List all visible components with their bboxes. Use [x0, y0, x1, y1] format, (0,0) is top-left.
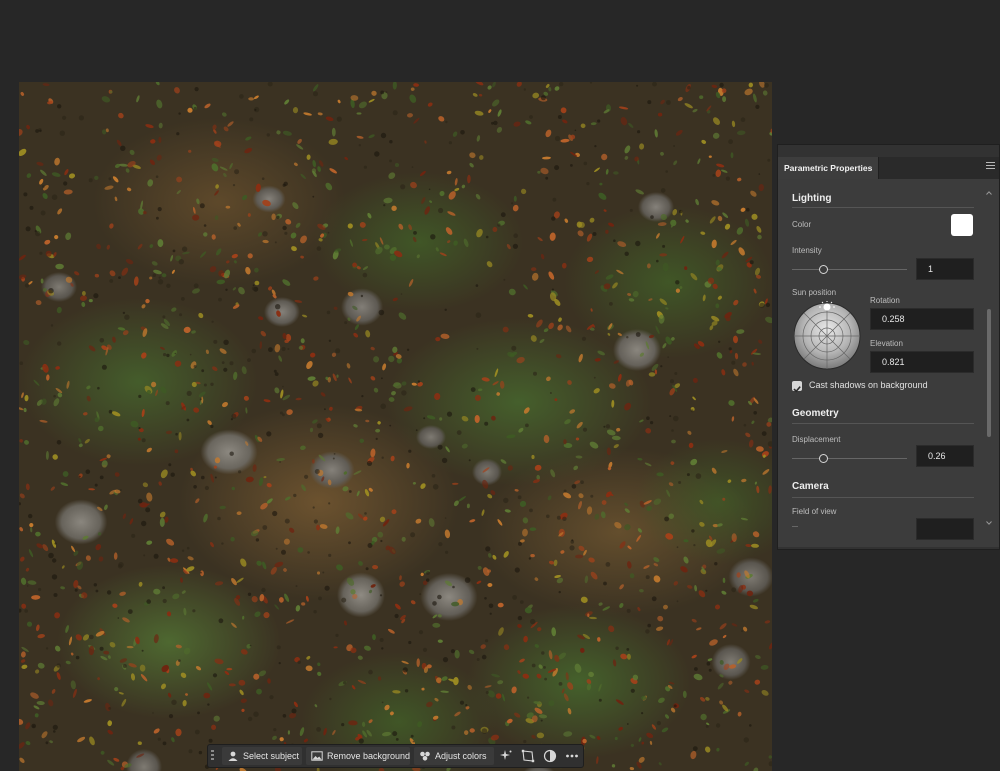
transform-icon[interactable]	[520, 748, 536, 764]
document-canvas[interactable]	[19, 82, 772, 771]
camera-section-title: Camera	[792, 481, 829, 492]
displacement-slider-thumb[interactable]	[818, 454, 828, 463]
elevation-field[interactable]: 0.821	[870, 351, 974, 373]
elevation-label: Elevation	[870, 339, 903, 348]
light-color-swatch[interactable]	[951, 214, 973, 236]
section-divider	[792, 497, 974, 498]
contextual-taskbar: Select subject Remove background Adjust …	[207, 744, 584, 768]
rotation-label: Rotation	[870, 296, 900, 305]
more-icon[interactable]	[564, 748, 580, 764]
scrollbar-thumb[interactable]	[987, 309, 991, 437]
checkmark-icon	[793, 386, 801, 393]
mask-icon[interactable]	[542, 748, 558, 764]
select-subject-label: Select subject	[243, 751, 300, 761]
remove-background-label: Remove background	[327, 751, 411, 761]
intensity-field[interactable]: 1	[916, 258, 974, 280]
panel-tab-bar: Parametric Properties	[778, 157, 999, 179]
terrain-texture-image	[19, 82, 772, 771]
scroll-down-icon[interactable]	[985, 519, 993, 527]
displacement-label: Displacement	[792, 435, 841, 444]
field-of-view-field[interactable]	[916, 518, 974, 540]
parametric-properties-panel: Parametric Properties Lighting Color Int…	[777, 144, 1000, 550]
palette-icon	[420, 751, 430, 761]
sun-position-dial[interactable]	[794, 301, 864, 371]
panel-scrollbar[interactable]	[985, 189, 993, 527]
section-divider	[792, 207, 974, 208]
image-icon	[311, 751, 323, 761]
adjust-colors-button[interactable]: Adjust colors	[414, 747, 494, 765]
sparkle-icon[interactable]	[498, 748, 514, 764]
intensity-label: Intensity	[792, 246, 822, 255]
color-label: Color	[792, 220, 812, 229]
fov-slider-track[interactable]	[792, 526, 798, 527]
section-divider	[792, 423, 974, 424]
panel-menu-icon[interactable]	[986, 162, 995, 172]
scroll-up-icon[interactable]	[985, 189, 993, 197]
displacement-field[interactable]: 0.26	[916, 445, 974, 467]
lighting-section-title: Lighting	[792, 193, 832, 204]
drag-handle-icon[interactable]	[211, 750, 214, 764]
intensity-slider-track[interactable]	[792, 269, 907, 270]
displacement-slider-track[interactable]	[792, 458, 907, 459]
field-of-view-label: Field of view	[792, 507, 837, 516]
select-subject-button[interactable]: Select subject	[222, 747, 302, 765]
remove-background-button[interactable]: Remove background	[306, 747, 410, 765]
geometry-section-title: Geometry	[792, 408, 839, 419]
rotation-field[interactable]: 0.258	[870, 308, 974, 330]
panel-body: Lighting Color Intensity 1 Sun position	[778, 179, 999, 547]
adjust-colors-label: Adjust colors	[435, 751, 487, 761]
intensity-slider-thumb[interactable]	[818, 265, 828, 274]
cast-shadows-label: Cast shadows on background	[809, 380, 928, 390]
tab-parametric-properties[interactable]: Parametric Properties	[778, 157, 880, 179]
person-icon	[228, 751, 238, 761]
cast-shadows-checkbox[interactable]	[792, 381, 802, 393]
sun-position-label: Sun position	[792, 288, 837, 297]
